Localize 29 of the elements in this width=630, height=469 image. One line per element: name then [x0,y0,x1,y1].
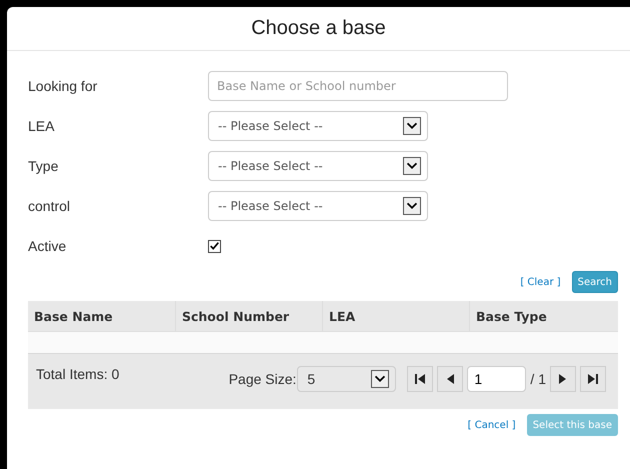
field-label: control [28,198,72,214]
skip-forward-icon [587,373,599,385]
dropdown[interactable]: -- Please Select -- [208,191,428,221]
page-field[interactable]: 1 [467,366,526,392]
clear-link[interactable]: [ Clear ] [520,276,561,288]
checkbox[interactable] [208,240,221,252]
skip-back-icon [414,373,426,385]
caret-icon [403,157,421,175]
field-label: Active [28,238,68,254]
caret-icon [403,197,421,215]
dropdown[interactable]: -- Please Select -- [208,151,428,181]
page-count: / 1 [530,371,546,387]
field-label: Looking for [28,78,98,94]
last-page-button[interactable] [580,366,606,392]
dropdown[interactable]: -- Please Select -- [208,111,428,141]
next-page-button[interactable] [550,366,576,392]
previous-page-button[interactable] [437,366,464,392]
caret-icon [403,117,421,135]
page-size-label: Page Size: [228,371,296,387]
search-field[interactable]: Base Name or School number [208,71,508,101]
field-label: LEA [28,118,56,134]
caret-icon [371,370,390,388]
first-page-button[interactable] [407,366,434,392]
dialog-title: Choose a base [251,17,386,40]
column-header[interactable]: Base Name [28,301,175,331]
cancel-link[interactable]: [ Cancel ] [468,420,516,430]
field-label: Type [28,158,60,174]
page-size-dropdown[interactable]: 5 [297,366,396,392]
total-items: Total Items: 0 [36,366,120,382]
